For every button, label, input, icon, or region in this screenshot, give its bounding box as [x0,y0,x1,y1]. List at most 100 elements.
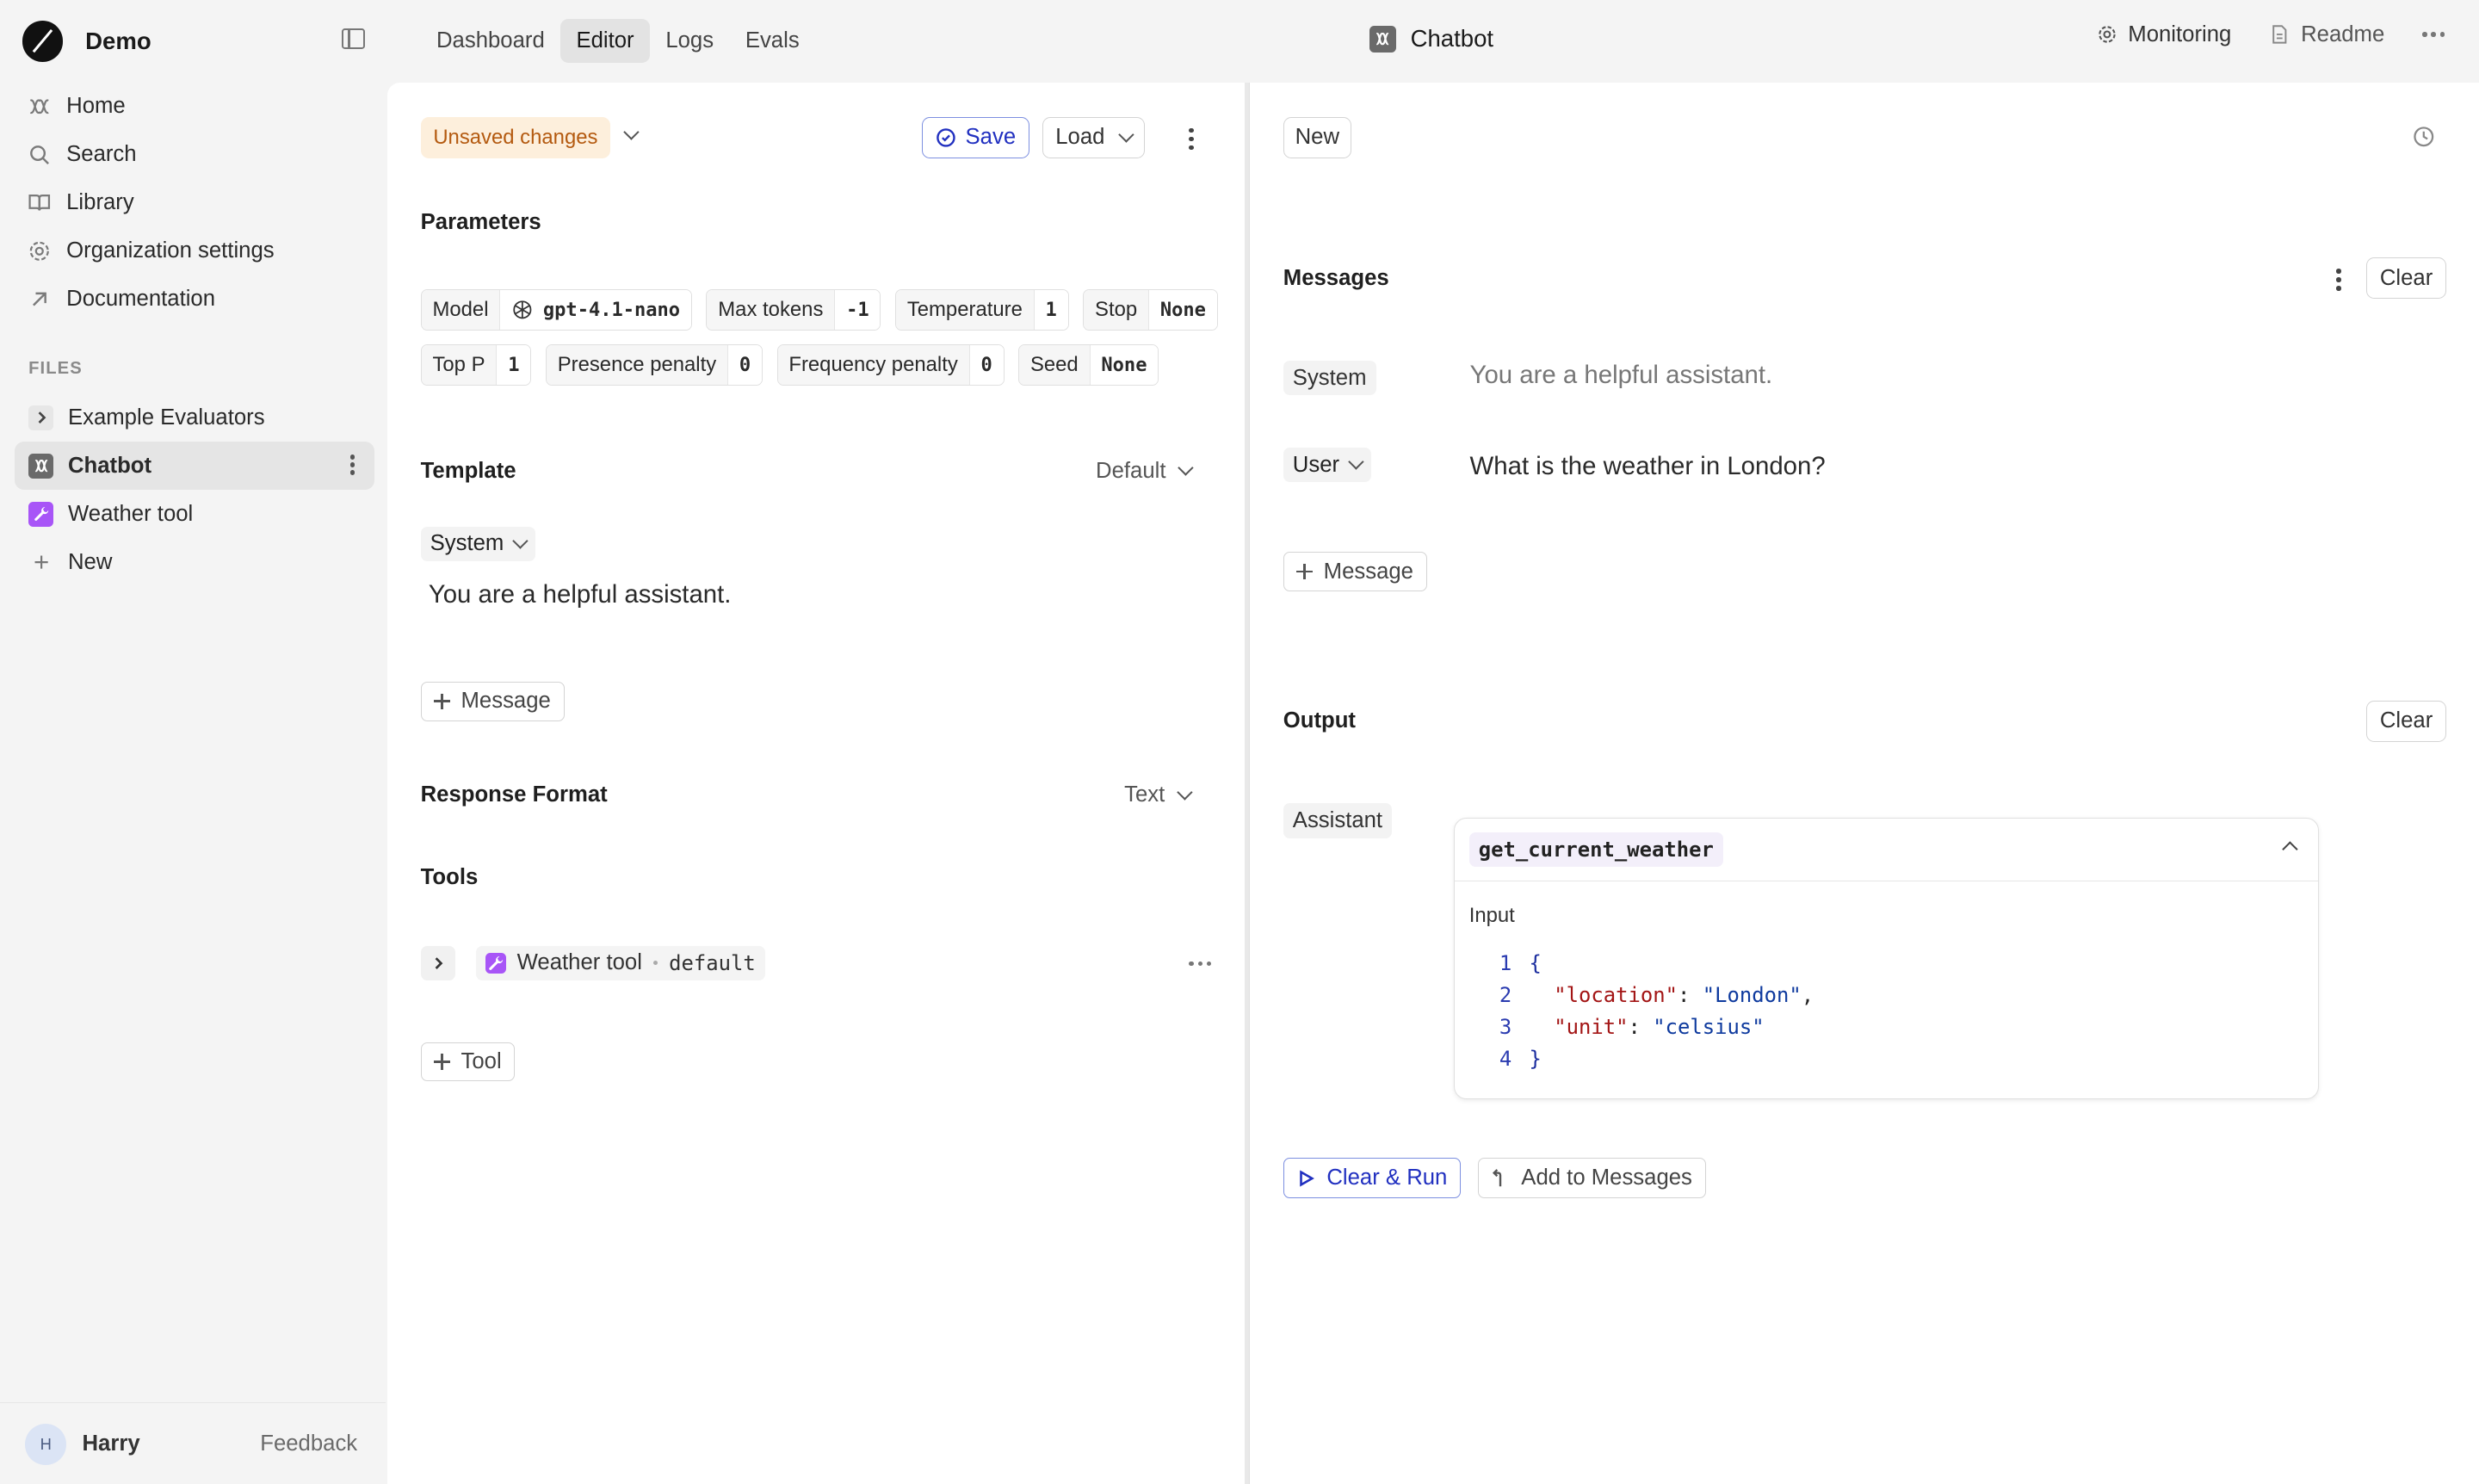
code-token: , [1801,983,1814,1008]
response-format-select[interactable]: Text [1124,782,1193,807]
param-top-p[interactable]: Top P 1 [420,344,532,386]
param-temperature[interactable]: Temperature 1 [894,289,1069,331]
editor-menu-icon[interactable] [1189,127,1194,151]
chevron-down-icon [1178,460,1194,476]
param-seed[interactable]: Seed None [1018,344,1159,386]
parameters-row-2: Top P 1 Presence penalty 0 Frequency pen… [420,344,1159,386]
save-button[interactable]: Save [921,116,1029,158]
add-tool-button[interactable]: Tool [420,1042,516,1082]
file-item-chatbot[interactable]: Chatbot [14,442,375,491]
code-line: 3 "unit" : "celsius" [1490,1011,1814,1043]
feedback-link[interactable]: Feedback [260,1431,357,1456]
plus-icon [1296,563,1313,580]
tab-logs[interactable]: Logs [650,19,729,63]
sidebar: Demo Home Search Library Organization se… [0,0,386,1484]
workspace-switcher[interactable]: Demo [22,19,151,63]
messages-menu-icon[interactable] [2336,269,2341,291]
arrow-up-right-icon [27,287,52,312]
chevron-up-icon[interactable] [2282,841,2298,857]
monitoring-button[interactable]: Monitoring [2097,22,2231,47]
add-tool-label: Tool [461,1049,502,1074]
sidebar-item-organization-settings[interactable]: Organization settings [15,227,375,275]
file-item-weather-tool[interactable]: Weather tool [15,490,375,538]
load-button[interactable]: Load [1042,116,1146,158]
tools-title: Tools [420,864,479,889]
template-role-select[interactable]: System [420,526,536,562]
param-key: Top P [421,345,497,386]
param-model[interactable]: Model gpt-4.1-nano [420,289,692,331]
code-token: "unit" [1554,1014,1629,1039]
add-message-button[interactable]: Message [420,681,565,721]
sidebar-item-documentation[interactable]: Documentation [15,275,375,324]
sidebar-item-label: Library [66,190,134,215]
sidebar-item-label: Documentation [66,287,216,312]
history-icon[interactable] [2412,125,2436,149]
readme-button[interactable]: Readme [2269,22,2384,47]
tab-dashboard[interactable]: Dashboard [421,19,560,63]
clear-and-run-button[interactable]: Clear & Run [1283,1157,1462,1199]
role-label: User [1292,452,1340,477]
chevron-right-icon [435,956,443,969]
page-title: Chatbot [1369,25,1493,53]
readme-label: Readme [2301,22,2385,46]
avatar[interactable]: H [25,1423,67,1465]
tool-row: Weather tool default [420,945,1212,984]
top-actions: Monitoring Readme [2097,22,2445,47]
clear-output-button[interactable]: Clear [2366,700,2446,742]
file-item-example-evaluators[interactable]: Example Evaluators [15,393,375,442]
system-message-input[interactable]: You are a helpful assistant. [1470,361,1773,390]
corner-up-left-icon [1493,1168,1502,1186]
sidebar-item-search[interactable]: Search [15,131,375,179]
line-number: 4 [1499,1046,1512,1071]
param-max-tokens[interactable]: Max tokens -1 [706,289,881,331]
user-name[interactable]: Harry [83,1431,140,1456]
tool-menu-icon[interactable] [1189,961,1212,967]
template-message-input[interactable]: You are a helpful assistant. [429,580,732,609]
parameters-row-1: Model gpt-4.1-nano Max tokens -1 Tempera… [420,289,1218,331]
sidebar-toggle-icon[interactable] [341,28,366,49]
sidebar-nav: Home Search Library Organization setting… [15,83,375,324]
user-role-select[interactable]: User [1283,447,1371,483]
tool-call-header[interactable]: get_current_weather [1455,819,2319,882]
param-value: 0 [727,345,762,386]
param-presence-penalty[interactable]: Presence penalty 0 [545,344,763,386]
status-badge: Unsaved changes [420,116,611,158]
play-icon [1300,1169,1315,1187]
user-message-input[interactable]: What is the weather in London? [1470,452,1826,481]
add-to-messages-button[interactable]: Add to Messages [1477,1157,1706,1199]
chevron-right-icon[interactable] [28,405,54,431]
sidebar-item-label: Search [66,142,137,167]
workspace-name: Demo [85,27,151,54]
param-frequency-penalty[interactable]: Frequency penalty 0 [776,344,1005,386]
tab-evals[interactable]: Evals [729,19,815,63]
file-menu-icon[interactable] [349,454,355,475]
param-key: Max tokens [707,290,835,330]
more-options-icon[interactable] [2422,32,2445,37]
chevron-down-icon[interactable] [623,124,640,140]
tool-icon [28,501,54,528]
param-key: Temperature [895,290,1034,330]
clear-label: Clear [2379,708,2433,733]
expand-tool-button[interactable] [420,945,456,980]
new-run-button[interactable]: New [1283,116,1351,158]
param-stop[interactable]: Stop None [1083,289,1218,331]
document-icon [2272,25,2287,44]
tab-editor[interactable]: Editor [560,19,650,64]
code-token: "London" [1702,983,1802,1008]
files-section-label: FILES [28,358,83,378]
output-title: Output [1283,708,1356,733]
param-key: Stop [1084,290,1148,330]
sidebar-item-library[interactable]: Library [15,179,375,227]
tool-pill-weather-tool[interactable]: Weather tool default [475,945,765,980]
line-number: 2 [1499,983,1512,1008]
sidebar-item-home[interactable]: Home [15,83,375,131]
tool-name: Weather tool [516,950,642,975]
add-message-button[interactable]: Message [1283,552,1427,592]
template-mode-select[interactable]: Default [1096,459,1194,484]
file-tree: Example Evaluators Chatbot Weather tool [14,393,375,586]
sidebar-item-label: Organization settings [66,238,275,263]
tool-icon [485,952,506,974]
clear-messages-button[interactable]: Clear [2366,257,2446,300]
sidebar-footer: H Harry Feedback [0,1402,386,1484]
file-item-new[interactable]: New [15,538,375,586]
